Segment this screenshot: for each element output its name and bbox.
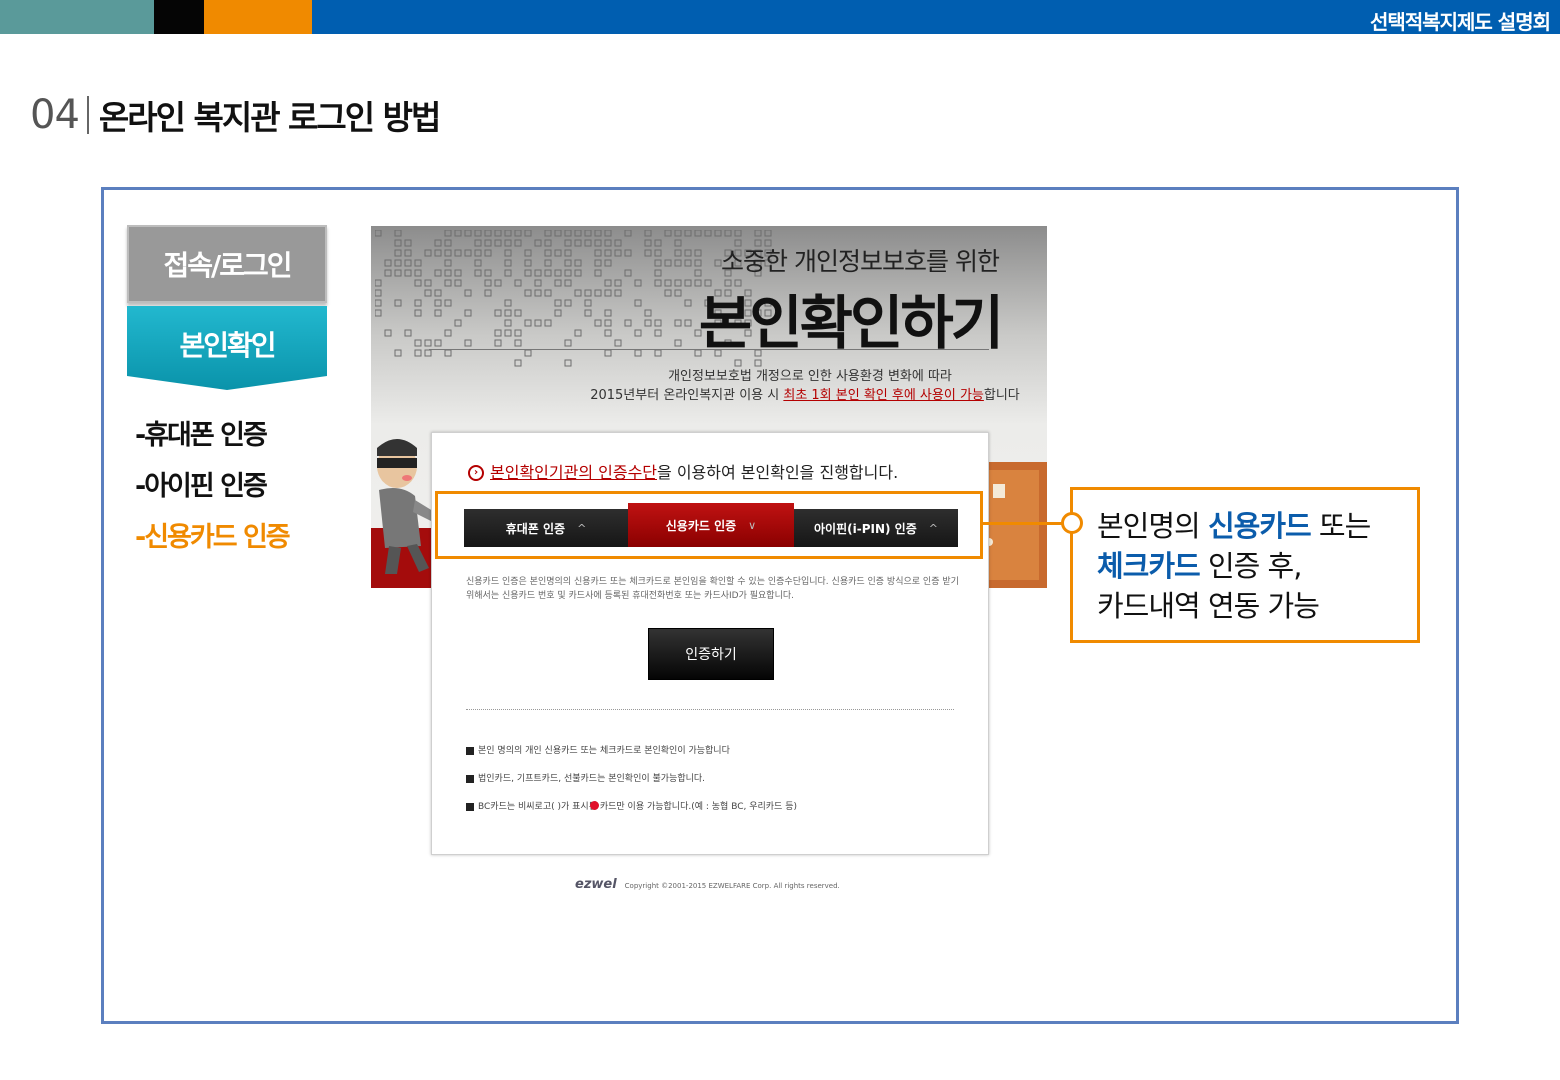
callout-check-card: 체크카드 [1097,549,1200,583]
callout-credit-card: 신용카드 [1208,509,1311,543]
panel-heading: › 본인확인기관의 인증수단을 이용하여 본인확인을 진행합니다. [468,459,898,483]
callout-line3: 카드내역 연동 가능 [1097,586,1370,626]
pattern-dot [755,230,761,236]
pattern-dot [605,230,611,236]
pattern-dot [485,230,491,236]
pattern-dot [395,230,401,236]
callout-line2-b: 인증 후, [1200,549,1302,583]
presentation-title: 선택적복지제도 설명회 [1370,6,1550,35]
top-bar-black-block [154,0,204,34]
panel-heading-rest: 을 이용하여 본인확인을 진행합니다. [657,463,898,482]
tab-highlight-box [435,491,983,559]
note-text: BC카드는 비씨로고( )가 표시된 카드만 이용 가능합니다.(예 : 농협 … [478,802,797,812]
pattern-dot [495,230,501,236]
callout-line1-a: 본인명의 [1097,509,1208,543]
note-item: BC카드는 비씨로고( )가 표시된 카드만 이용 가능합니다.(예 : 농협 … [466,799,797,812]
pattern-dot [565,230,571,236]
callout-line1: 본인명의 신용카드 또는 [1097,506,1370,546]
pattern-dot [515,230,521,236]
panel-heading-highlight: 본인확인기관의 인증수단 [490,463,657,482]
pattern-dot [525,230,531,236]
pattern-dot [645,230,651,236]
info-line2-prefix: 2015년부터 온라인복지관 이용 시 [590,388,783,403]
arrow-circle-icon: › [468,465,484,481]
copyright-text: Copyright ©2001-2015 EZWELFARE Corp. All… [625,882,840,890]
pattern-dot [665,230,671,236]
note-text: 본인 명의의 개인 신용카드 또는 체크카드로 본인확인이 가능합니다 [478,746,730,756]
authenticate-button[interactable]: 인증하기 [648,628,774,680]
banner-info-line1: 개인정보보호법 개정으로 인한 사용환경 변화에 따라 [371,365,1047,384]
method-credit-card: -신용카드 인증 [135,520,289,571]
bullet-icon [466,747,474,755]
credit-card-description: 신용카드 인증은 본인명의의 신용카드 또는 체크카드로 본인임을 확인할 수 … [466,575,966,603]
bullet-icon [466,803,474,811]
callout-connector-dot [1061,512,1083,534]
pattern-dot [455,230,461,236]
panel-divider [466,709,954,710]
method-phone: -휴대폰 인증 [135,418,289,469]
pattern-dot [705,230,711,236]
step-login: 접속/로그인 [127,225,327,303]
banner-title: 본인확인하기 [371,276,1047,360]
step-verify-label: 본인확인 [127,324,327,364]
callout-text: 본인명의 신용카드 또는 체크카드 인증 후, 카드내역 연동 가능 [1097,506,1370,626]
page-footer: ezwel Copyright ©2001-2015 EZWELFARE Corp… [575,877,840,892]
pattern-dot [475,230,481,236]
step-login-label: 접속/로그인 [163,244,290,284]
door-illustration [979,462,1047,588]
pattern-dot [725,230,731,236]
info-line2-highlight: 최초 1회 본인 확인 후에 사용이 가능 [783,388,984,403]
pattern-dot [675,230,681,236]
auth-method-list: -휴대폰 인증 -아이핀 인증 -신용카드 인증 [135,418,289,571]
pattern-dot [445,230,451,236]
pattern-dot [765,230,771,236]
callout-line2: 체크카드 인증 후, [1097,546,1370,586]
callout-connector [983,522,1071,525]
note-text: 법인카드, 기프트카드, 선불카드는 본인확인이 불가능합니다. [478,774,705,784]
pattern-dot [695,230,701,236]
note-item: 본인 명의의 개인 신용카드 또는 체크카드로 본인확인이 가능합니다 [466,743,730,756]
step-verify: 본인확인 [127,306,327,391]
heading-divider [87,96,89,134]
pattern-dot [375,230,381,236]
pattern-dot [685,230,691,236]
slide-heading: 04 온라인 복지관 로그인 방법 [30,92,439,138]
section-number: 04 [30,92,79,138]
banner-subtitle: 소중한 개인정보보호를 위한 [371,242,1047,278]
slide-title: 온라인 복지관 로그인 방법 [99,91,439,139]
pattern-dot [545,230,551,236]
top-bar-teal-block [0,0,154,34]
callout-box: 본인명의 신용카드 또는 체크카드 인증 후, 카드내역 연동 가능 [1070,487,1420,643]
info-line2-suffix: 합니다 [984,388,1020,403]
pattern-dot [575,230,581,236]
pattern-dot [735,230,741,236]
banner-info-line2: 2015년부터 온라인복지관 이용 시 최초 1회 본인 확인 후에 사용이 가… [371,384,1047,403]
pattern-dot [585,230,591,236]
bc-logo-icon [590,801,599,810]
top-bar: 선택적복지제도 설명회 [0,0,1560,34]
pattern-dot [555,230,561,236]
ezwel-logo: ezwel [575,877,617,892]
pattern-dot [505,230,511,236]
pattern-dot [715,230,721,236]
note-item: 법인카드, 기프트카드, 선불카드는 본인확인이 불가능합니다. [466,771,705,784]
pattern-dot [625,230,631,236]
method-ipin: -아이핀 인증 [135,469,289,520]
top-bar-orange-block [204,0,312,34]
pattern-dot [595,230,601,236]
pattern-dot [465,230,471,236]
bullet-icon [466,775,474,783]
banner-divider [429,349,989,350]
callout-line1-c: 또는 [1311,509,1371,543]
